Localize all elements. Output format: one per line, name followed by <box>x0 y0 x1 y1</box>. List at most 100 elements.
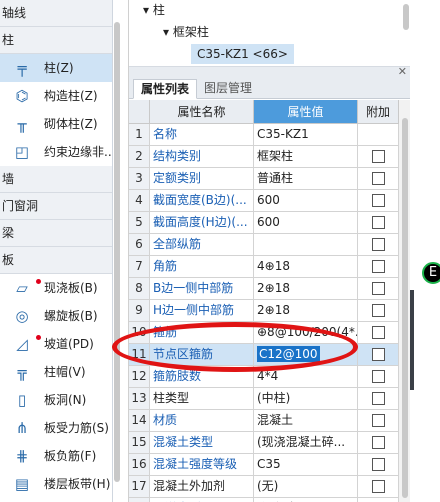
extra-checkbox[interactable] <box>372 304 385 317</box>
extra-checkbox[interactable] <box>372 238 385 251</box>
table-row[interactable]: 8 B边一侧中部筋 2⊕18 <box>129 278 399 300</box>
property-value[interactable]: (现浇混凝土碎... <box>254 432 358 454</box>
close-icon[interactable]: ✕ <box>398 65 407 78</box>
table-row[interactable]: 13 柱类型 (中柱) <box>129 388 399 410</box>
property-value-editor[interactable]: C12@100 <box>257 346 320 362</box>
tree-node-column[interactable]: ▾ 柱 <box>143 0 165 20</box>
nav-item[interactable]: ▯ 板洞(N) <box>0 386 112 414</box>
splitter-bar[interactable] <box>410 290 414 390</box>
nav-item[interactable]: ⌬ 构造柱(Z) <box>0 82 112 110</box>
table-row[interactable]: 5 截面高度(H边)(... 600 <box>129 212 399 234</box>
extra-checkbox[interactable] <box>372 436 385 449</box>
property-value[interactable]: C35 <box>254 454 358 476</box>
table-row[interactable]: 4 截面宽度(B边)(... 600 <box>129 190 399 212</box>
extra-checkbox[interactable] <box>372 194 385 207</box>
table-row[interactable]: 9 H边一侧中部筋 2⊕18 <box>129 300 399 322</box>
tree-scrollbar[interactable] <box>403 4 409 30</box>
extra-checkbox[interactable] <box>372 282 385 295</box>
table-row[interactable]: 17 混凝土外加剂 (无) <box>129 476 399 498</box>
row-index: 1 <box>129 124 150 146</box>
property-value[interactable]: 2⊕18 <box>254 278 358 300</box>
property-name: 截面高度(H边)(... <box>150 212 254 234</box>
property-name: 名称 <box>150 124 254 146</box>
table-row[interactable]: 2 结构类别 框架柱 <box>129 146 399 168</box>
nav-item[interactable]: ⋔ 板受力筋(S) <box>0 414 112 442</box>
grid-scrollbar-thumb[interactable] <box>402 118 408 498</box>
constraint-edge-icon: ◰ <box>14 143 30 161</box>
extra-checkbox[interactable] <box>372 480 385 493</box>
property-value[interactable]: 2⊕18 <box>254 300 358 322</box>
table-row[interactable]: 15 混凝土类型 (现浇混凝土碎... <box>129 432 399 454</box>
property-value[interactable]: 框架柱 <box>254 146 358 168</box>
extra-cell <box>358 190 399 212</box>
extra-checkbox[interactable] <box>372 458 385 471</box>
collapse-icon[interactable]: ▾ <box>143 3 149 17</box>
row-index: 12 <box>129 366 150 388</box>
extra-cell <box>358 388 399 410</box>
table-row[interactable]: 7 角筋 4⊕18 <box>129 256 399 278</box>
nav-category[interactable]: 轴线 <box>0 0 112 27</box>
tab-property-list[interactable]: 属性列表 <box>133 79 198 99</box>
table-row[interactable]: 16 混凝土强度等级 C35 <box>129 454 399 476</box>
nav-item[interactable]: ◰ 约束边缘非... <box>0 138 112 166</box>
property-name: 结构类别 <box>150 146 254 168</box>
tree-node-frame-column[interactable]: ▾ 框架柱 <box>163 22 209 42</box>
property-value[interactable]: C12@100 <box>254 344 358 366</box>
collapse-icon[interactable]: ▾ <box>163 25 169 39</box>
extra-checkbox[interactable] <box>372 326 385 339</box>
table-row[interactable]: 10 箍筋 ⊕8@100/200(4*... <box>129 322 399 344</box>
property-value[interactable]: ⊕8@100/200(4*... <box>254 322 358 344</box>
nav-item[interactable]: ╦ 柱帽(V) <box>0 358 112 386</box>
nav-item-label: 现浇板(B) <box>44 281 98 295</box>
row-index: 10 <box>129 322 150 344</box>
extra-cell <box>358 498 399 502</box>
table-row[interactable]: 1 名称 C35-KZ1 <box>129 124 399 146</box>
nav-category[interactable]: 墙 <box>0 166 112 193</box>
row-index: 7 <box>129 256 150 278</box>
property-value[interactable]: 4*4 <box>254 366 358 388</box>
table-row[interactable]: 6 全部纵筋 <box>129 234 399 256</box>
property-value[interactable]: (混凝土泵) <box>254 498 358 502</box>
extra-checkbox[interactable] <box>372 348 385 361</box>
extra-checkbox[interactable] <box>372 414 385 427</box>
table-row[interactable]: 12 箍筋肢数 4*4 <box>129 366 399 388</box>
drawing-area-edge: E <box>410 0 440 502</box>
property-value[interactable]: 普通柱 <box>254 168 358 190</box>
extra-checkbox[interactable] <box>372 370 385 383</box>
extra-checkbox[interactable] <box>372 392 385 405</box>
property-value[interactable]: (中柱) <box>254 388 358 410</box>
table-row[interactable]: 14 材质 混凝土 <box>129 410 399 432</box>
row-index: 15 <box>129 432 150 454</box>
extra-cell <box>358 234 399 256</box>
property-value[interactable]: C35-KZ1 <box>254 124 358 146</box>
nav-item[interactable]: ▱ 现浇板(B) <box>0 274 112 302</box>
nav-item[interactable]: ◿ 坡道(PD) <box>0 330 112 358</box>
table-row[interactable]: 18泵送类型(混凝土泵) <box>129 498 399 502</box>
extra-checkbox[interactable] <box>372 172 385 185</box>
extra-checkbox[interactable] <box>372 260 385 273</box>
table-row[interactable]: 3 定额类别 普通柱 <box>129 168 399 190</box>
nav-category[interactable]: 柱 <box>0 27 112 54</box>
nav-category[interactable]: 门窗洞 <box>0 193 112 220</box>
property-value[interactable]: 600 <box>254 190 358 212</box>
property-value[interactable] <box>254 234 358 256</box>
nav-item[interactable]: ╥ 砌体柱(Z) <box>0 110 112 138</box>
nav-item[interactable]: ◎ 螺旋板(B) <box>0 302 112 330</box>
tree-leaf-selected[interactable]: C35-KZ1 <66> <box>191 44 294 64</box>
nav-item[interactable]: ╤ 柱(Z) <box>0 54 112 82</box>
table-row[interactable]: 11 节点区箍筋 C12@100 <box>129 344 399 366</box>
property-value[interactable]: (无) <box>254 476 358 498</box>
tab-layer-management[interactable]: 图层管理 <box>197 79 259 99</box>
nav-category[interactable]: 板 <box>0 247 112 274</box>
navigator-scrollbar-thumb[interactable] <box>114 22 120 482</box>
nav-category[interactable]: 梁 <box>0 220 112 247</box>
property-value[interactable]: 混凝土 <box>254 410 358 432</box>
navigator-scrollbar[interactable] <box>113 0 121 502</box>
tree-node-label: 柱 <box>152 3 165 17</box>
extra-checkbox[interactable] <box>372 150 385 163</box>
property-value[interactable]: 4⊕18 <box>254 256 358 278</box>
extra-checkbox[interactable] <box>372 216 385 229</box>
property-value[interactable]: 600 <box>254 212 358 234</box>
nav-item[interactable]: ▤ 楼层板带(H) <box>0 470 112 498</box>
nav-item[interactable]: ⋕ 板负筋(F) <box>0 442 112 470</box>
